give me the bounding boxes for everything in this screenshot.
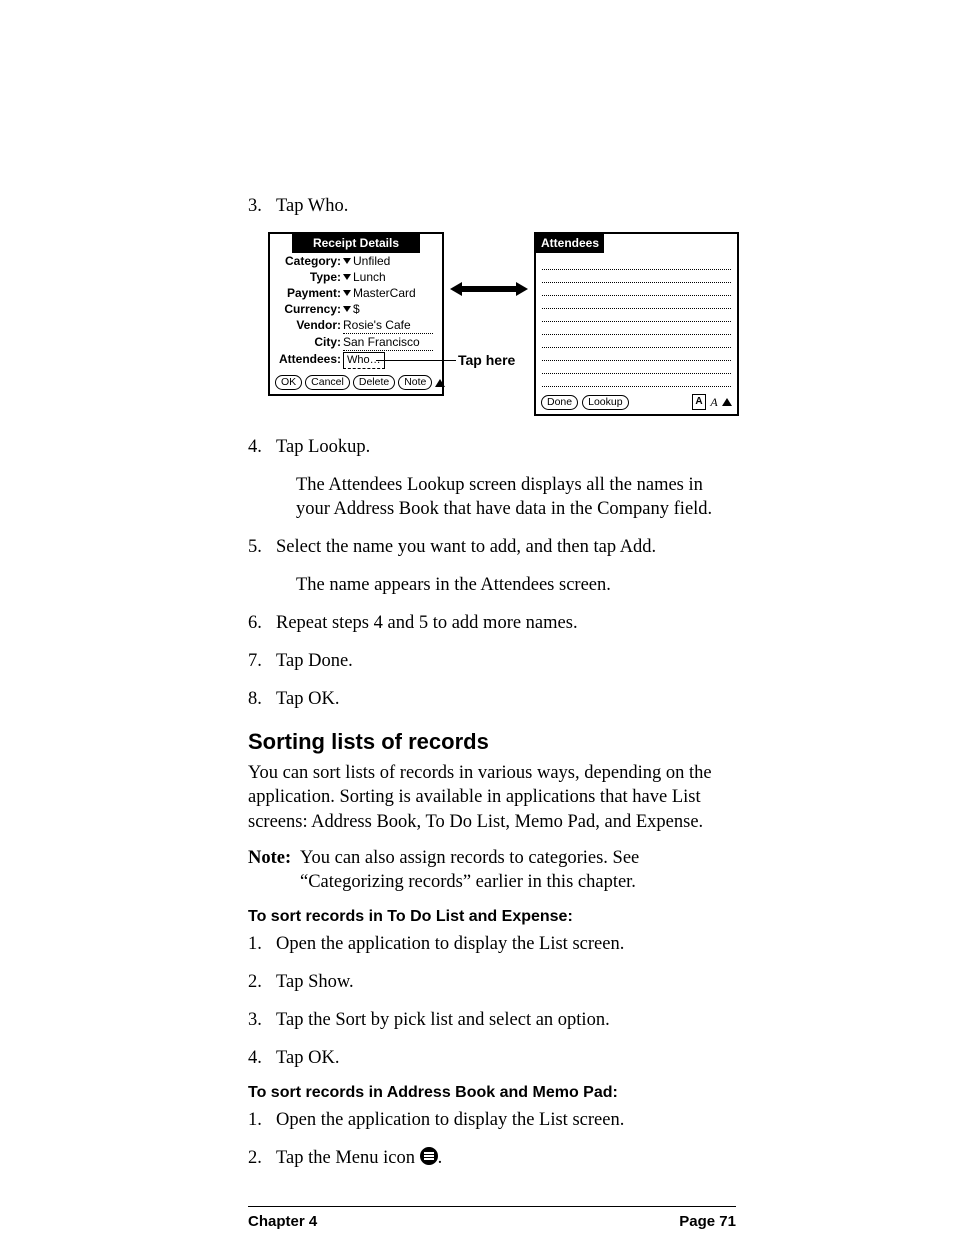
step-text-a: Tap the Menu icon bbox=[276, 1148, 420, 1168]
dropdown-icon bbox=[343, 258, 351, 264]
step-text: Tap Lookup. bbox=[276, 435, 736, 459]
step-number: 1. bbox=[248, 932, 276, 956]
sort1-step-2: 2.Tap Show. bbox=[248, 970, 736, 994]
input-mode-icon[interactable]: A bbox=[692, 394, 706, 410]
step-number: 3. bbox=[248, 1008, 276, 1032]
step-8: 8. Tap OK. bbox=[248, 687, 736, 711]
step-number: 5. bbox=[248, 535, 276, 559]
step-text: Repeat steps 4 and 5 to add more names. bbox=[276, 611, 736, 635]
value-vendor[interactable]: Rosie's Cafe bbox=[343, 318, 433, 334]
screen-title: Receipt Details bbox=[292, 234, 420, 253]
note-button[interactable]: Note bbox=[398, 375, 432, 390]
label-currency: Currency: bbox=[275, 302, 343, 317]
value-payment[interactable]: MasterCard bbox=[343, 286, 416, 301]
sort1-step-4: 4.Tap OK. bbox=[248, 1046, 736, 1070]
step-5: 5. Select the name you want to add, and … bbox=[248, 535, 736, 559]
label-attendees: Attendees: bbox=[275, 352, 343, 369]
dropdown-icon bbox=[343, 306, 351, 312]
value-city[interactable]: San Francisco bbox=[343, 335, 433, 351]
step-number: 2. bbox=[248, 970, 276, 994]
subheading-sort-address-memo: To sort records in Address Book and Memo… bbox=[248, 1084, 736, 1102]
value-type[interactable]: Lunch bbox=[343, 270, 386, 285]
dropdown-icon bbox=[343, 290, 351, 296]
step-text: Tap Who. bbox=[276, 194, 736, 218]
label-type: Type: bbox=[275, 270, 343, 285]
value-currency[interactable]: $ bbox=[343, 302, 360, 317]
dropdown-icon bbox=[343, 274, 351, 280]
step-number: 4. bbox=[248, 435, 276, 459]
screen-attendees: Attendees Done Lookup A A bbox=[534, 232, 739, 416]
step-text: Tap Done. bbox=[276, 649, 736, 673]
arrow-shaft bbox=[462, 286, 516, 292]
label-city: City: bbox=[275, 335, 343, 351]
step-6: 6. Repeat steps 4 and 5 to add more name… bbox=[248, 611, 736, 635]
input-mode-alt-icon[interactable]: A bbox=[708, 395, 720, 410]
done-button[interactable]: Done bbox=[541, 395, 578, 410]
page-footer: Chapter 4 Page 71 bbox=[248, 1206, 736, 1230]
cancel-button[interactable]: Cancel bbox=[305, 375, 350, 390]
value-category[interactable]: Unfiled bbox=[343, 254, 390, 269]
step-text-b: . bbox=[438, 1148, 443, 1168]
step-text: Tap OK. bbox=[276, 1046, 736, 1070]
sort2-step-1: 1.Open the application to display the Li… bbox=[248, 1108, 736, 1132]
heading-sorting: Sorting lists of records bbox=[248, 729, 736, 755]
note-label: Note: bbox=[248, 846, 300, 894]
step-text: Tap the Menu icon . bbox=[276, 1146, 736, 1170]
scroll-up-icon bbox=[435, 379, 445, 387]
arrow-left-head-icon bbox=[450, 282, 462, 296]
scroll-up-icon bbox=[722, 398, 732, 406]
delete-button[interactable]: Delete bbox=[353, 375, 395, 390]
step-text: Open the application to display the List… bbox=[276, 1108, 736, 1132]
callout-tap-here: Tap here bbox=[458, 352, 515, 368]
ok-button[interactable]: OK bbox=[275, 375, 302, 390]
step-number: 7. bbox=[248, 649, 276, 673]
step-text: Tap Show. bbox=[276, 970, 736, 994]
step-number: 2. bbox=[248, 1146, 276, 1170]
screen-receipt-details: Receipt Details Category:Unfiled Type:Lu… bbox=[268, 232, 444, 396]
step-4-sub: The Attendees Lookup screen displays all… bbox=[296, 473, 736, 521]
step-number: 6. bbox=[248, 611, 276, 635]
step-number: 1. bbox=[248, 1108, 276, 1132]
attendees-list[interactable] bbox=[536, 253, 737, 387]
step-number: 8. bbox=[248, 687, 276, 711]
callout-line bbox=[376, 360, 456, 361]
step-text: Open the application to display the List… bbox=[276, 932, 736, 956]
label-payment: Payment: bbox=[275, 286, 343, 301]
step-7: 7. Tap Done. bbox=[248, 649, 736, 673]
step-3: 3. Tap Who. bbox=[248, 194, 736, 218]
para-sorting-intro: You can sort lists of records in various… bbox=[248, 761, 736, 833]
sort1-step-1: 1.Open the application to display the Li… bbox=[248, 932, 736, 956]
arrow-right-head-icon bbox=[516, 282, 528, 296]
step-4: 4. Tap Lookup. bbox=[248, 435, 736, 459]
sort2-step-2: 2. Tap the Menu icon . bbox=[248, 1146, 736, 1170]
step-number: 4. bbox=[248, 1046, 276, 1070]
footer-page: Page 71 bbox=[679, 1213, 736, 1230]
sort1-step-3: 3.Tap the Sort by pick list and select a… bbox=[248, 1008, 736, 1032]
step-text: Tap OK. bbox=[276, 687, 736, 711]
step-text: Tap the Sort by pick list and select an … bbox=[276, 1008, 736, 1032]
step-text: Select the name you want to add, and the… bbox=[276, 535, 736, 559]
step-number: 3. bbox=[248, 194, 276, 218]
screen-title: Attendees bbox=[536, 234, 604, 253]
label-vendor: Vendor: bbox=[275, 318, 343, 334]
figure-receipt-attendees: Receipt Details Category:Unfiled Type:Lu… bbox=[268, 232, 736, 417]
subheading-sort-todo-expense: To sort records in To Do List and Expens… bbox=[248, 908, 736, 926]
note-text: You can also assign records to categorie… bbox=[300, 846, 736, 894]
footer-chapter: Chapter 4 bbox=[248, 1213, 317, 1230]
label-category: Category: bbox=[275, 254, 343, 269]
menu-icon bbox=[420, 1147, 438, 1165]
lookup-button[interactable]: Lookup bbox=[582, 395, 628, 410]
note: Note: You can also assign records to cat… bbox=[248, 846, 736, 894]
step-5-sub: The name appears in the Attendees screen… bbox=[296, 573, 736, 597]
